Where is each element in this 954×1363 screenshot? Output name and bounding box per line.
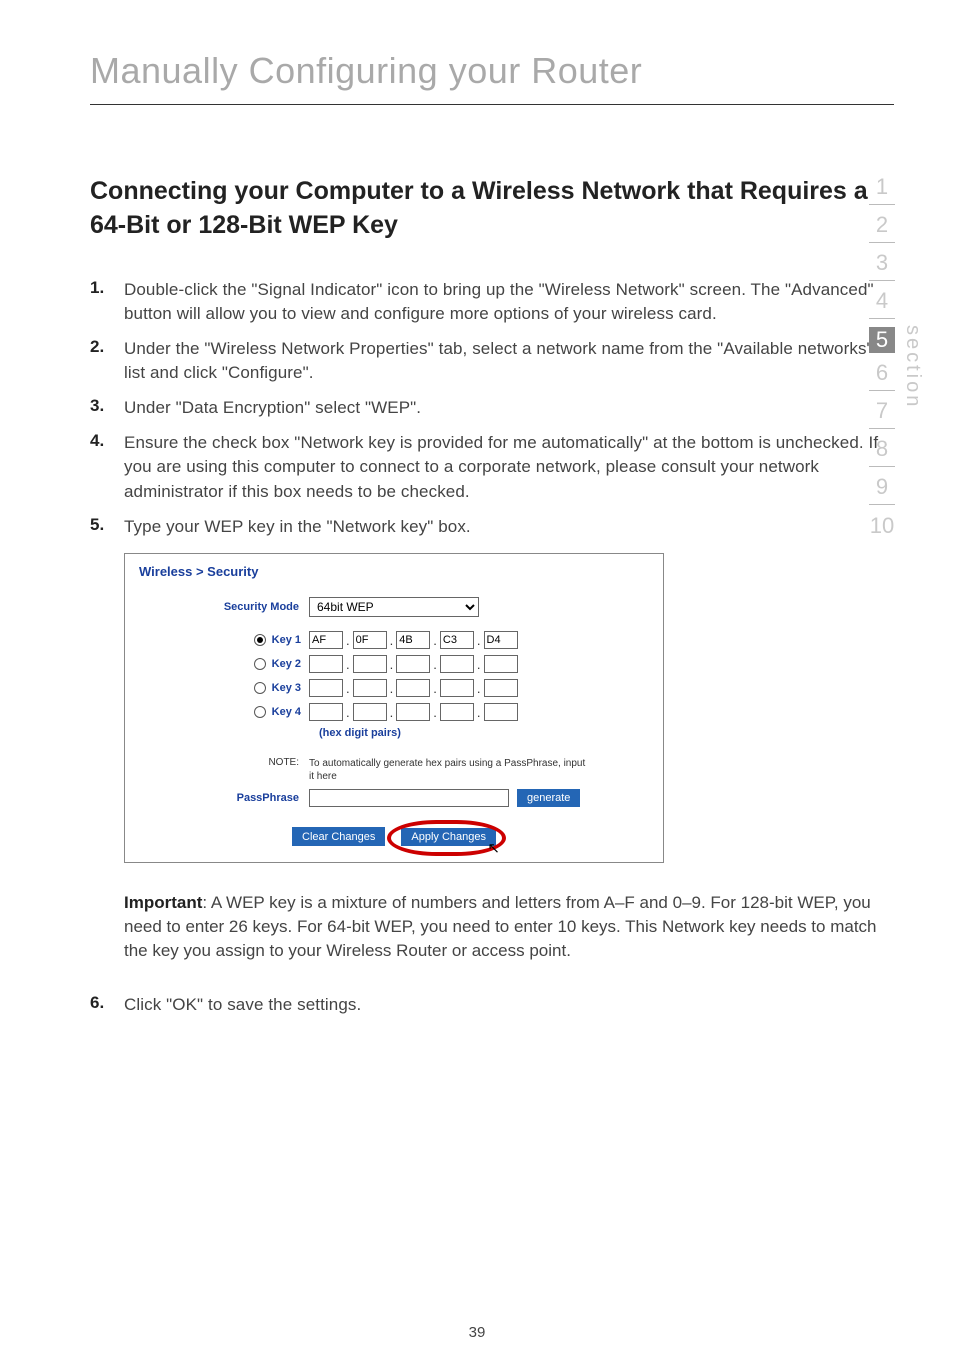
key-label: Key 2 [272, 658, 301, 670]
separator-dot: . [476, 681, 484, 696]
important-note: Important: A WEP key is a mixture of num… [124, 891, 894, 962]
step-text: Under the "Wireless Network Properties" … [124, 337, 894, 386]
security-mode-select[interactable]: 64bit WEP [309, 597, 479, 617]
separator-dot: . [476, 633, 484, 648]
step-item: 6. Click "OK" to save the settings. [90, 993, 894, 1018]
key4-hex-4[interactable] [440, 703, 474, 721]
separator-dot: . [432, 657, 440, 672]
key3-hex-3[interactable] [396, 679, 430, 697]
separator-dot: . [389, 633, 397, 648]
key3-hex-5[interactable] [484, 679, 518, 697]
section-nav-item-5[interactable]: 5 [869, 327, 895, 353]
separator-dot: . [476, 705, 484, 720]
section-nav-item-3[interactable]: 3 [869, 251, 895, 281]
separator-dot: . [345, 633, 353, 648]
separator-dot: . [389, 681, 397, 696]
key1-radio[interactable] [254, 634, 266, 646]
step-text: Click "OK" to save the settings. [124, 993, 894, 1018]
step-item: 3. Under "Data Encryption" select "WEP". [90, 396, 894, 421]
separator-dot: . [432, 681, 440, 696]
generate-button[interactable]: generate [517, 789, 580, 807]
step-number: 5. [90, 515, 124, 535]
wep-key-row: Key 1 . . . . [139, 631, 649, 649]
section-nav-item-4[interactable]: 4 [869, 289, 895, 319]
step-number: 6. [90, 993, 124, 1013]
section-nav: 1 2 3 4 5 6 7 8 9 10 section [869, 175, 924, 543]
step-text: Under "Data Encryption" select "WEP". [124, 396, 894, 421]
key-label: Key 4 [272, 706, 301, 718]
passphrase-note: NOTE: To automatically generate hex pair… [139, 757, 649, 783]
section-nav-item-9[interactable]: 9 [869, 475, 895, 505]
key3-radio[interactable] [254, 682, 266, 694]
section-nav-item-6[interactable]: 6 [869, 361, 895, 391]
step-number: 4. [90, 431, 124, 451]
step-number: 1. [90, 278, 124, 298]
key1-hex-1[interactable] [309, 631, 343, 649]
key2-hex-4[interactable] [440, 655, 474, 673]
separator-dot: . [345, 657, 353, 672]
key1-hex-5[interactable] [484, 631, 518, 649]
key2-hex-1[interactable] [309, 655, 343, 673]
step-item: 4. Ensure the check box "Network key is … [90, 431, 894, 505]
key2-radio[interactable] [254, 658, 266, 670]
key3-hex-4[interactable] [440, 679, 474, 697]
chapter-title: Manually Configuring your Router [90, 50, 894, 105]
apply-changes-button[interactable]: Apply Changes [401, 828, 496, 846]
key3-hex-1[interactable] [309, 679, 343, 697]
clear-changes-button[interactable]: Clear Changes [292, 827, 385, 846]
wep-key-rows: Key 1 . . . . Key 2 . . . . [139, 631, 649, 721]
key2-hex-5[interactable] [484, 655, 518, 673]
note-label: NOTE: [139, 757, 309, 783]
separator-dot: . [345, 681, 353, 696]
hex-caption: (hex digit pairs) [319, 727, 649, 739]
key-label: Key 3 [272, 682, 301, 694]
key4-hex-2[interactable] [353, 703, 387, 721]
key2-hex-2[interactable] [353, 655, 387, 673]
step-text: Double-click the "Signal Indicator" icon… [124, 278, 894, 327]
step-text: Type your WEP key in the "Network key" b… [124, 515, 894, 540]
key4-hex-3[interactable] [396, 703, 430, 721]
separator-dot: . [389, 705, 397, 720]
key-label: Key 1 [272, 634, 301, 646]
step-item: 5. Type your WEP key in the "Network key… [90, 515, 894, 540]
separator-dot: . [432, 633, 440, 648]
key2-hex-3[interactable] [396, 655, 430, 673]
panel-breadcrumb: Wireless > Security [139, 564, 649, 579]
key1-hex-3[interactable] [396, 631, 430, 649]
section-nav-item-7[interactable]: 7 [869, 399, 895, 429]
separator-dot: . [476, 657, 484, 672]
page-number: 39 [0, 1324, 954, 1341]
section-label: section [901, 325, 924, 409]
step-number: 3. [90, 396, 124, 416]
wep-key-row: Key 3 . . . . [139, 679, 649, 697]
section-nav-item-1[interactable]: 1 [869, 175, 895, 205]
wep-key-row: Key 4 . . . . [139, 703, 649, 721]
step-item: 1. Double-click the "Signal Indicator" i… [90, 278, 894, 327]
security-mode-label: Security Mode [139, 601, 309, 613]
note-text: To automatically generate hex pairs usin… [309, 757, 589, 783]
section-heading: Connecting your Computer to a Wireless N… [90, 175, 894, 243]
key4-hex-5[interactable] [484, 703, 518, 721]
ordered-steps: 1. Double-click the "Signal Indicator" i… [90, 278, 894, 540]
passphrase-input[interactable] [309, 789, 509, 807]
key3-hex-2[interactable] [353, 679, 387, 697]
important-text: : A WEP key is a mixture of numbers and … [124, 893, 877, 960]
important-label: Important [124, 893, 202, 912]
section-nav-item-10[interactable]: 10 [869, 513, 895, 543]
wep-key-row: Key 2 . . . . [139, 655, 649, 673]
separator-dot: . [432, 705, 440, 720]
separator-dot: . [389, 657, 397, 672]
step-text: Ensure the check box "Network key is pro… [124, 431, 894, 505]
key4-radio[interactable] [254, 706, 266, 718]
separator-dot: . [345, 705, 353, 720]
passphrase-label: PassPhrase [139, 792, 309, 804]
key4-hex-1[interactable] [309, 703, 343, 721]
wireless-security-panel: Wireless > Security Security Mode 64bit … [124, 553, 664, 863]
step-item: 2. Under the "Wireless Network Propertie… [90, 337, 894, 386]
step-number: 2. [90, 337, 124, 357]
key1-hex-4[interactable] [440, 631, 474, 649]
section-nav-item-8[interactable]: 8 [869, 437, 895, 467]
key1-hex-2[interactable] [353, 631, 387, 649]
section-nav-item-2[interactable]: 2 [869, 213, 895, 243]
